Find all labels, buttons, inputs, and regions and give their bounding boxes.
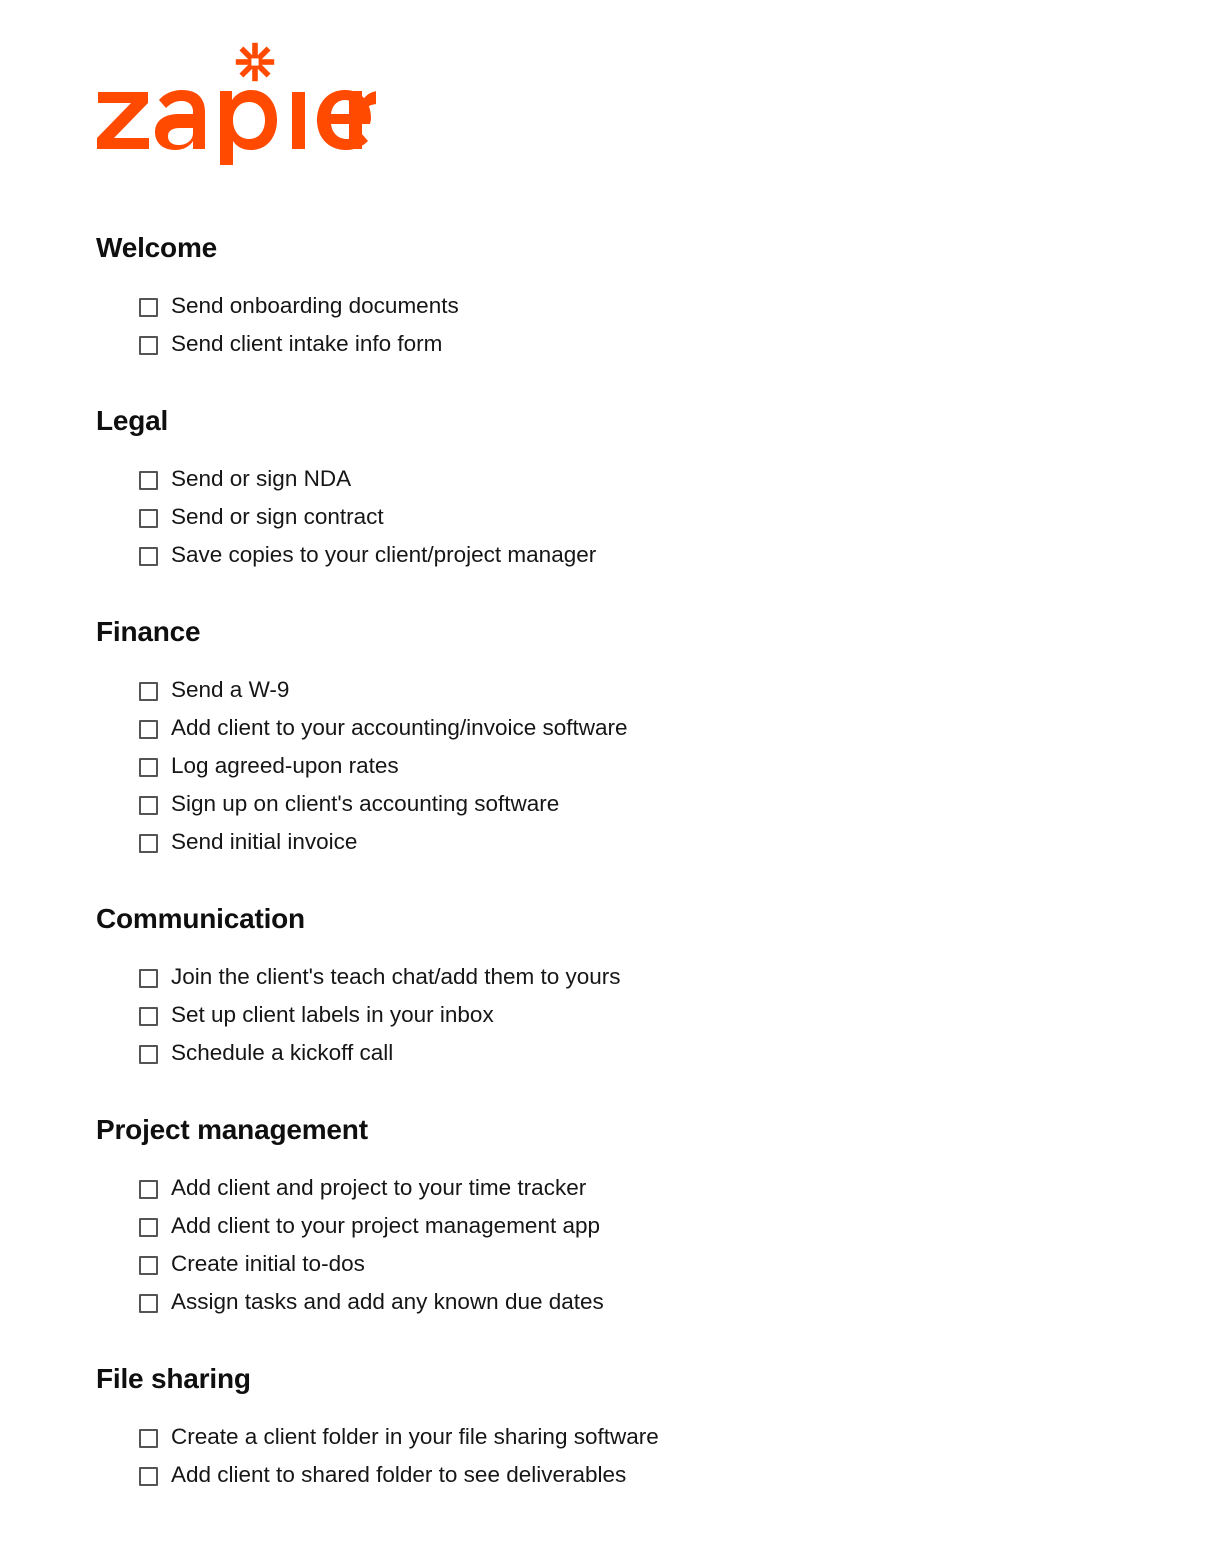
checkbox-icon[interactable] — [139, 968, 158, 988]
task-label: Send client intake info form — [171, 331, 443, 356]
task-list-finance: Send a W-9 Add client to your accounting… — [0, 671, 1224, 861]
checklist-content: Welcome Send onboarding documents Send c… — [0, 231, 1224, 1494]
task-item[interactable]: Set up client labels in your inbox — [139, 996, 1224, 1034]
section-heading-finance: Finance — [96, 616, 201, 647]
task-label: Join the client's teach chat/add them to… — [171, 964, 621, 989]
task-label: Assign tasks and add any known due dates — [171, 1289, 604, 1314]
checkbox-icon[interactable] — [139, 757, 158, 777]
task-item[interactable]: Create a client folder in your file shar… — [139, 1418, 1224, 1456]
task-item[interactable]: Send a W-9 — [139, 671, 1224, 709]
checkbox-icon[interactable] — [139, 546, 158, 566]
checkbox-icon[interactable] — [139, 1044, 158, 1064]
task-item[interactable]: Assign tasks and add any known due dates — [139, 1283, 1224, 1321]
task-item[interactable]: Send client intake info form — [139, 325, 1224, 363]
task-item[interactable]: Send or sign contract — [139, 498, 1224, 536]
task-label: Send initial invoice — [171, 829, 358, 854]
task-label: Create initial to-dos — [171, 1251, 365, 1276]
task-label: Save copies to your client/project manag… — [171, 542, 597, 567]
section-project-management: Project management Add client and projec… — [0, 1113, 1224, 1321]
task-item[interactable]: Add client to your accounting/invoice so… — [139, 709, 1224, 747]
checkbox-icon[interactable] — [139, 1217, 158, 1237]
task-item[interactable]: Create initial to-dos — [139, 1245, 1224, 1283]
task-item[interactable]: Send onboarding documents — [139, 287, 1224, 325]
task-label: Sign up on client's accounting software — [171, 791, 560, 816]
task-item[interactable]: Send initial invoice — [139, 823, 1224, 861]
task-item[interactable]: Log agreed-upon rates — [139, 747, 1224, 785]
task-item[interactable]: Add client to your project management ap… — [139, 1207, 1224, 1245]
section-heading-file-sharing: File sharing — [96, 1363, 251, 1394]
checklist-document: Welcome Send onboarding documents Send c… — [0, 0, 1224, 1564]
zapier-logo — [96, 42, 376, 167]
task-item[interactable]: Save copies to your client/project manag… — [139, 536, 1224, 574]
task-item[interactable]: Schedule a kickoff call — [139, 1034, 1224, 1072]
section-heading-welcome: Welcome — [96, 232, 218, 263]
checkbox-icon[interactable] — [139, 681, 158, 701]
task-list-project-management: Add client and project to your time trac… — [0, 1169, 1224, 1321]
task-label: Send a W-9 — [171, 677, 290, 702]
task-list-file-sharing: Create a client folder in your file shar… — [0, 1418, 1224, 1494]
checkbox-icon[interactable] — [139, 833, 158, 853]
checkbox-icon[interactable] — [139, 795, 158, 815]
checkbox-icon[interactable] — [139, 470, 158, 490]
checkbox-icon[interactable] — [139, 1428, 158, 1448]
task-list-communication: Join the client's teach chat/add them to… — [0, 958, 1224, 1072]
task-label: Schedule a kickoff call — [171, 1040, 394, 1065]
task-list-legal: Send or sign NDA Send or sign contract S… — [0, 460, 1224, 574]
section-heading-legal: Legal — [96, 405, 169, 436]
task-label: Send onboarding documents — [171, 293, 459, 318]
zapier-wordmark — [97, 90, 376, 165]
section-file-sharing: File sharing Create a client folder in y… — [0, 1362, 1224, 1494]
section-finance: Finance Send a W-9 Add client to your ac… — [0, 615, 1224, 861]
checkbox-icon[interactable] — [139, 1293, 158, 1313]
section-heading-project-management: Project management — [96, 1114, 368, 1145]
task-label: Send or sign contract — [171, 504, 384, 529]
checkbox-icon[interactable] — [139, 1255, 158, 1275]
task-label: Log agreed-upon rates — [171, 753, 399, 778]
section-heading-communication: Communication — [96, 903, 305, 934]
task-label: Add client to shared folder to see deliv… — [171, 1462, 627, 1487]
task-item[interactable]: Add client to shared folder to see deliv… — [139, 1456, 1224, 1494]
task-list-welcome: Send onboarding documents Send client in… — [0, 287, 1224, 363]
section-welcome: Welcome Send onboarding documents Send c… — [0, 231, 1224, 363]
checkbox-icon[interactable] — [139, 1006, 158, 1026]
task-item[interactable]: Send or sign NDA — [139, 460, 1224, 498]
checkbox-icon[interactable] — [139, 1179, 158, 1199]
task-label: Add client to your accounting/invoice so… — [171, 715, 628, 740]
task-item[interactable]: Join the client's teach chat/add them to… — [139, 958, 1224, 996]
checkbox-icon[interactable] — [139, 297, 158, 317]
section-legal: Legal Send or sign NDA Send or sign cont… — [0, 404, 1224, 574]
task-label: Set up client labels in your inbox — [171, 1002, 494, 1027]
task-label: Add client and project to your time trac… — [171, 1175, 587, 1200]
task-item[interactable]: Add client and project to your time trac… — [139, 1169, 1224, 1207]
checkbox-icon[interactable] — [139, 508, 158, 528]
checkbox-icon[interactable] — [139, 335, 158, 355]
task-item[interactable]: Sign up on client's accounting software — [139, 785, 1224, 823]
checkbox-icon[interactable] — [139, 719, 158, 739]
task-label: Add client to your project management ap… — [171, 1213, 601, 1238]
task-label: Create a client folder in your file shar… — [171, 1424, 659, 1449]
section-communication: Communication Join the client's teach ch… — [0, 902, 1224, 1072]
checkbox-icon[interactable] — [139, 1466, 158, 1486]
task-label: Send or sign NDA — [171, 466, 352, 491]
